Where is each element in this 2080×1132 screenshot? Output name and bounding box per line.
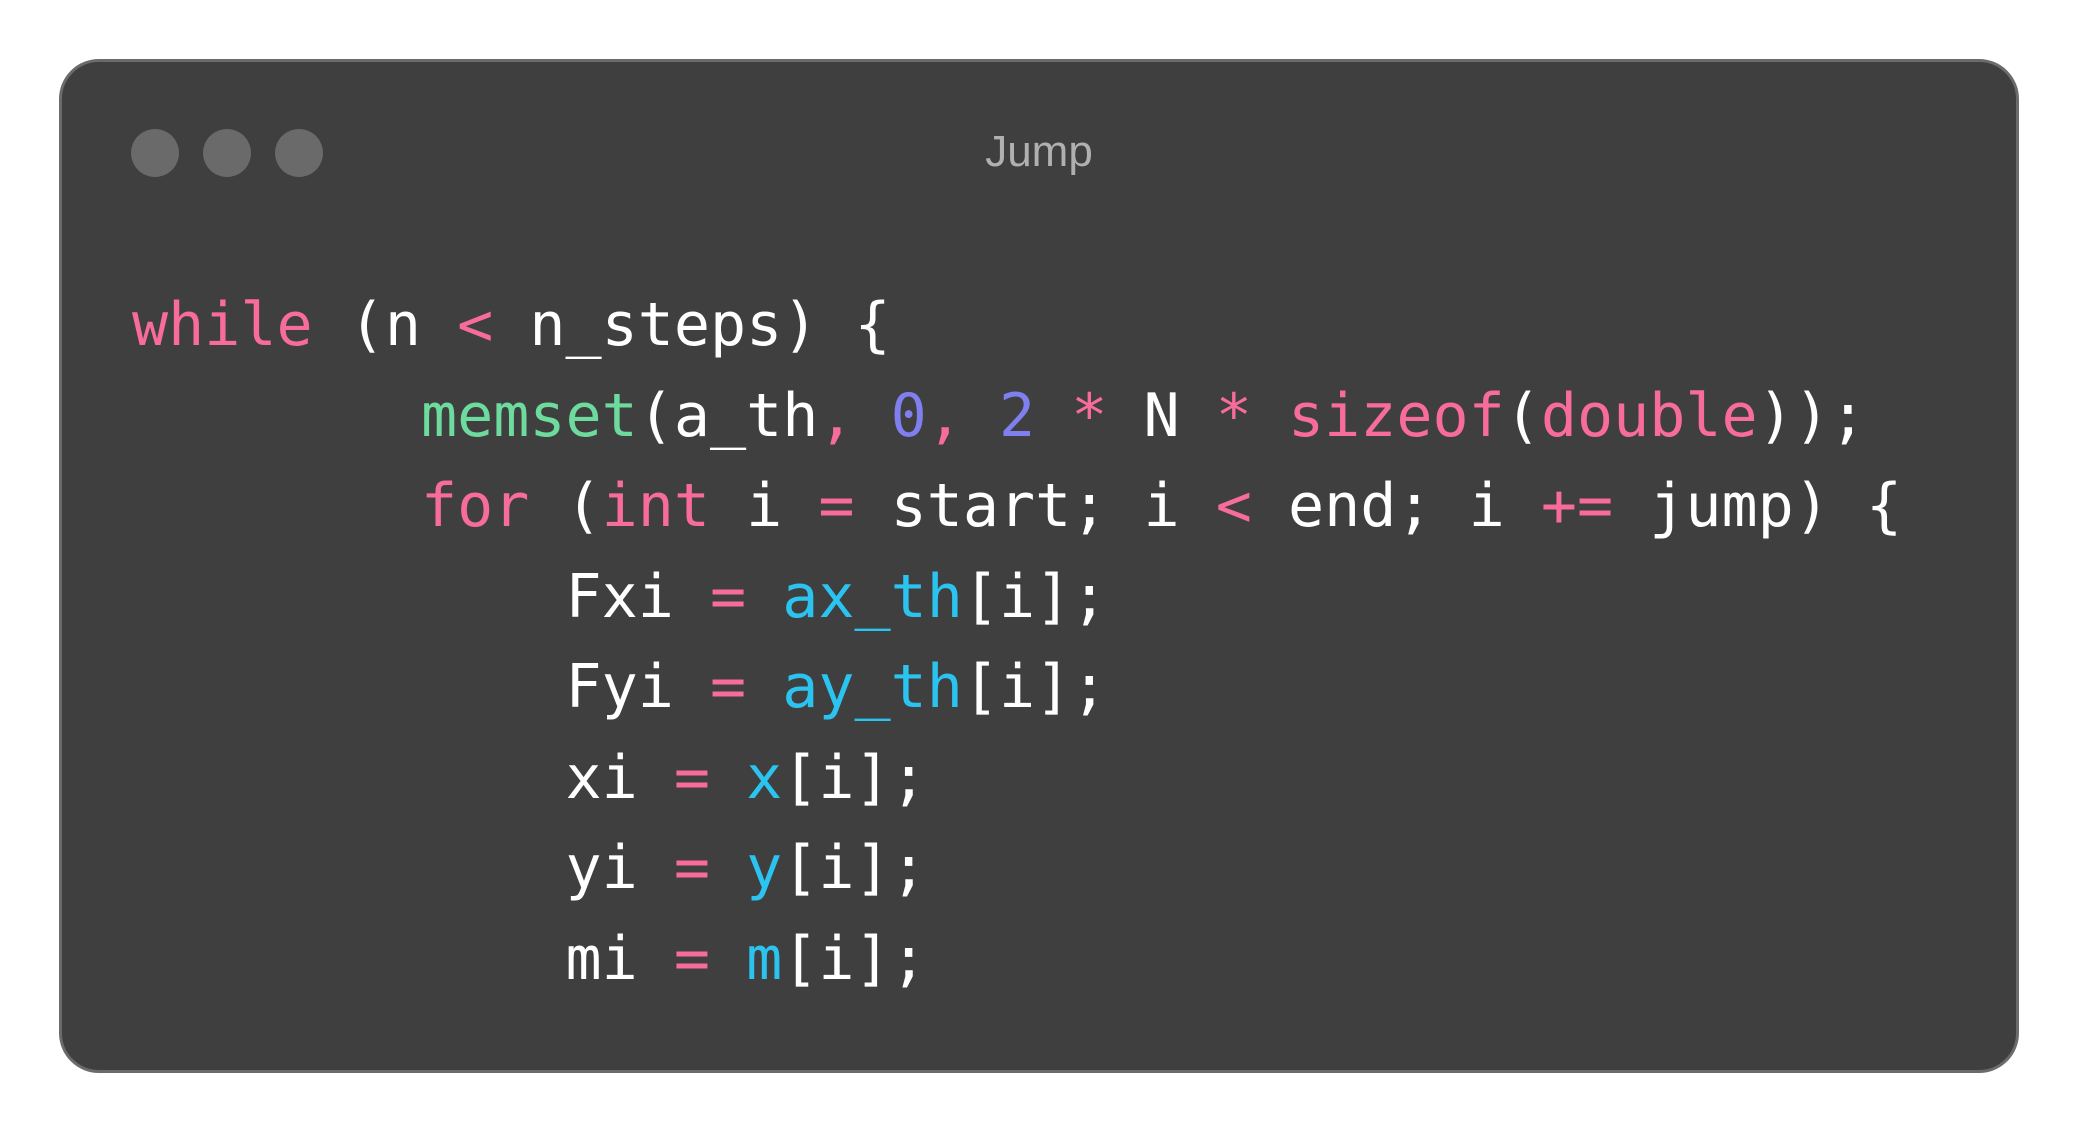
code-token-plain: [i]; bbox=[782, 923, 927, 994]
code-token-plain: ( bbox=[1504, 380, 1541, 451]
code-token-plain: )); bbox=[1757, 380, 1866, 451]
code-token-plain: jump) { bbox=[1613, 471, 1903, 541]
code-token-operator: = bbox=[709, 652, 747, 722]
code-token-member: m bbox=[746, 923, 783, 994]
code-token-number: 0 bbox=[890, 380, 927, 451]
code-token-function: memset bbox=[420, 380, 638, 451]
code-token-plain: [i]; bbox=[962, 652, 1108, 722]
code-line: memset(a_th, 0, 2 * N * sizeof(double)); bbox=[132, 371, 1902, 462]
code-line: yi = y[i]; bbox=[132, 823, 1902, 914]
code-line: for (int i = start; i < end; i += jump) … bbox=[132, 461, 1902, 552]
code-line: xi = x[i]; bbox=[132, 733, 1902, 824]
code-token-member: ay_th bbox=[782, 652, 963, 722]
code-line: mi = m[i]; bbox=[132, 914, 1902, 1005]
code-token-member: y bbox=[746, 833, 783, 903]
code-token-operator: < bbox=[1215, 471, 1252, 541]
code-token-operator: * bbox=[1035, 380, 1144, 451]
code-token-plain: yi bbox=[132, 833, 674, 903]
code-token-keyword: for bbox=[420, 471, 530, 541]
code-token-operator: = bbox=[673, 923, 710, 994]
code-token-plain: [i]; bbox=[782, 833, 927, 903]
code-token-operator: = bbox=[673, 833, 710, 903]
code-token-operator: += bbox=[1540, 471, 1614, 541]
code-token-operator: = bbox=[709, 561, 747, 632]
code-token-type: double bbox=[1540, 380, 1758, 451]
code-token-operator: < bbox=[457, 290, 494, 360]
code-line: Fxi = ax_th[i]; bbox=[132, 552, 1902, 643]
code-token-operator: , bbox=[818, 380, 891, 451]
code-token-member: x bbox=[746, 742, 783, 813]
code-token-plain: Fyi bbox=[132, 652, 710, 722]
window-title: Jump bbox=[985, 127, 1093, 176]
code-token-type: int bbox=[601, 471, 710, 541]
code-token-plain: (n bbox=[312, 290, 458, 360]
code-block: while (n < n_steps) { memset(a_th, 0, 2 … bbox=[132, 280, 1902, 1004]
code-token-operator: , bbox=[926, 380, 999, 451]
code-token-number: 2 bbox=[998, 380, 1036, 451]
code-token-plain: N bbox=[1143, 380, 1180, 451]
code-token-plain: n_steps) { bbox=[493, 290, 891, 360]
code-line: Fyi = ay_th[i]; bbox=[132, 642, 1902, 733]
code-token-plain: (a_th bbox=[637, 380, 819, 451]
code-token-plain: Fxi bbox=[132, 561, 710, 632]
code-token-plain: i bbox=[709, 471, 819, 541]
code-token-plain: [i]; bbox=[782, 742, 927, 813]
code-token-operator: = bbox=[673, 742, 710, 813]
code-token-plain: start; i bbox=[854, 471, 1216, 541]
code-token-plain: [i]; bbox=[962, 561, 1108, 632]
code-token-operator: * bbox=[1179, 380, 1288, 451]
code-token-member: ax_th bbox=[782, 561, 963, 632]
code-token-plain: xi bbox=[132, 742, 674, 813]
code-line: while (n < n_steps) { bbox=[132, 280, 1902, 371]
title-bar: Jump bbox=[62, 62, 2016, 242]
code-token-keyword: while bbox=[132, 290, 313, 360]
code-token-plain: ( bbox=[529, 471, 602, 541]
code-window: Jump while (n < n_steps) { memset(a_th, … bbox=[59, 59, 2019, 1073]
code-token-operator: = bbox=[818, 471, 855, 541]
code-token-plain: end; i bbox=[1251, 471, 1541, 541]
code-token-plain: mi bbox=[132, 923, 674, 994]
code-token-keyword: sizeof bbox=[1287, 380, 1505, 451]
